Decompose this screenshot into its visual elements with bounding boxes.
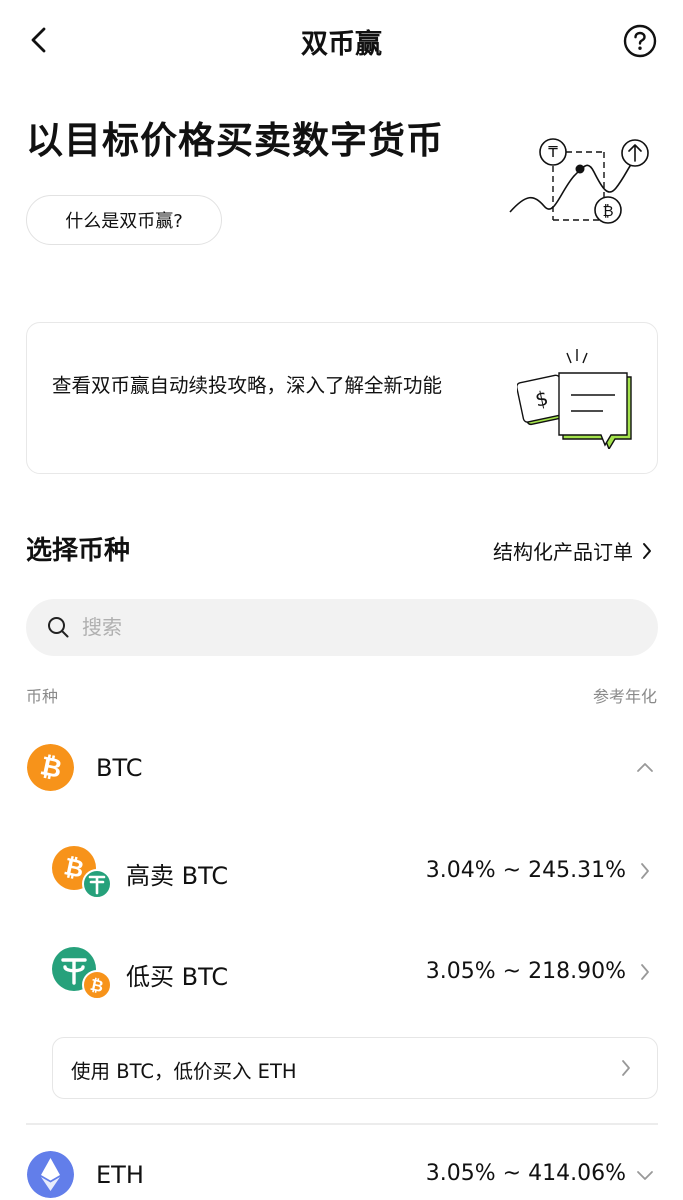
product-apy: 3.05% ~ 218.90% [425, 959, 626, 984]
price-chart-illustration-icon: ₸ ₿ [509, 138, 649, 224]
search-icon [48, 617, 69, 638]
usdt-btc-pair-icon: ₿ [52, 947, 112, 999]
coin-search-bar [26, 599, 658, 656]
coin-row-btc[interactable]: ₿ BTC [0, 736, 683, 800]
product-row-buy-low-btc[interactable]: ₿ 低买 BTC 3.05% ~ 218.90% [0, 937, 683, 1007]
structured-orders-label: 结构化产品订单 [493, 540, 633, 564]
chevron-right-icon [641, 964, 649, 980]
divider [26, 1123, 658, 1125]
what-is-dual-investment-button[interactable]: 什么是双币赢? [26, 195, 222, 245]
chevron-right-icon [622, 1060, 630, 1076]
product-row-sell-high-btc[interactable]: ₿ 高卖 BTC 3.04% ~ 245.31% [0, 836, 683, 906]
chat-bubbles-illustration-icon: $ [517, 349, 632, 449]
top-nav-bar: 双币赢 [0, 0, 683, 82]
buy-eth-with-btc-card[interactable]: 使用 BTC，低价买入 ETH [52, 1037, 658, 1099]
promo-text: 查看双币赢自动续投攻略，深入了解全新功能 [52, 374, 443, 397]
coin-symbol: BTC [96, 754, 143, 782]
chevron-up-icon[interactable] [635, 758, 655, 778]
select-coin-title: 选择币种 [26, 536, 131, 566]
svg-text:₸: ₸ [548, 143, 558, 161]
chevron-right-icon [641, 863, 649, 879]
page-title: 双币赢 [301, 29, 382, 60]
search-input[interactable] [82, 607, 622, 647]
ethereum-icon [27, 1151, 74, 1198]
btc-usdt-pair-icon: ₿ [52, 846, 112, 898]
product-label: 高卖 BTC [126, 862, 229, 890]
auto-reinvest-guide-card[interactable]: 查看双币赢自动续投攻略，深入了解全新功能 $ [26, 322, 658, 474]
help-icon[interactable] [623, 24, 657, 58]
structured-orders-link[interactable]: 结构化产品订单 [493, 536, 653, 565]
coin-symbol: ETH [96, 1161, 144, 1189]
svg-text:₿: ₿ [602, 202, 613, 220]
product-label: 低买 BTC [126, 963, 229, 991]
hero-title: 以目标价格买卖数字货币 [26, 119, 444, 162]
column-header-coin: 币种 [26, 687, 59, 706]
column-header-apy: 参考年化 [592, 687, 657, 706]
switch-card-label: 使用 BTC，低价买入 ETH [71, 1060, 297, 1083]
coin-row-eth[interactable]: ETH 3.05% ~ 414.06% [0, 1143, 683, 1200]
chevron-down-icon[interactable] [635, 1165, 655, 1185]
coin-apy: 3.05% ~ 414.06% [425, 1161, 626, 1186]
bitcoin-icon: ₿ [27, 744, 74, 791]
product-apy: 3.04% ~ 245.31% [425, 858, 626, 883]
chevron-right-icon [643, 542, 651, 559]
